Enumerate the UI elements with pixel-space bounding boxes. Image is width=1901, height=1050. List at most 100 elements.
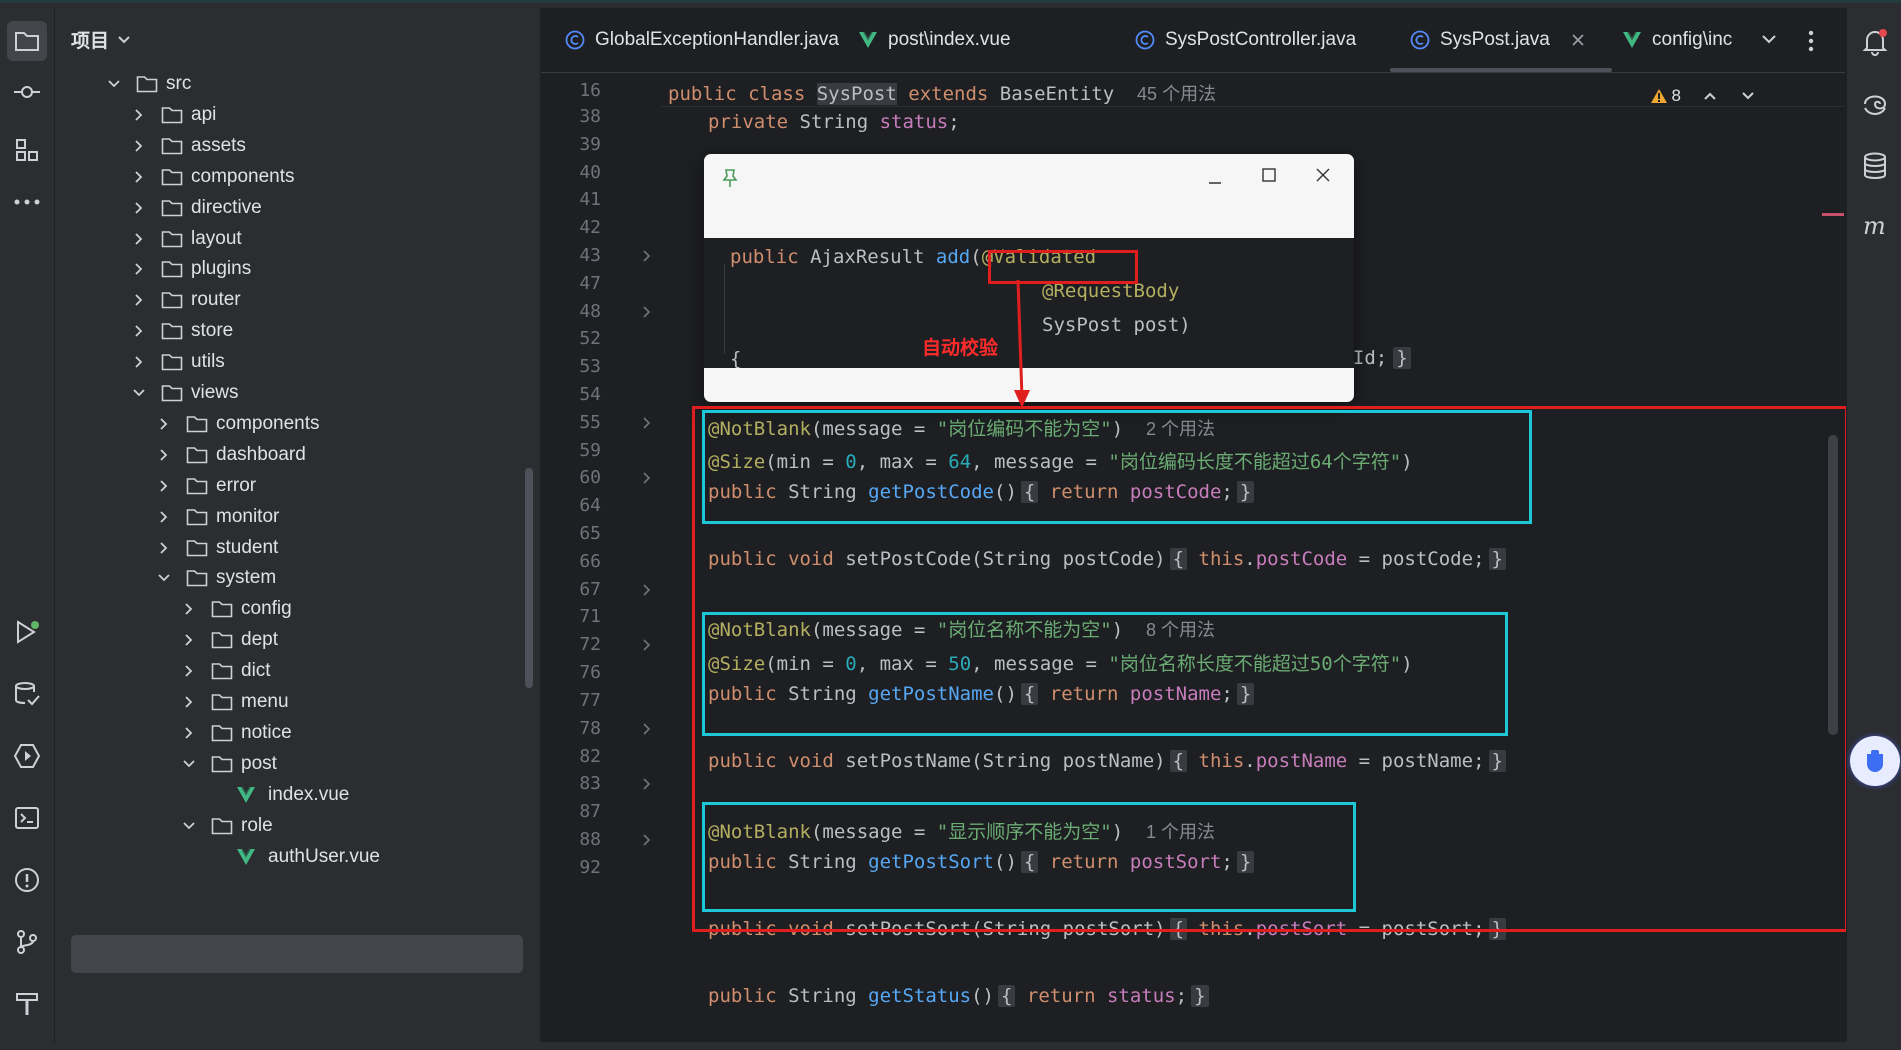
chevron-down-icon[interactable] xyxy=(106,76,122,92)
warning-icon xyxy=(1650,89,1667,103)
tab-config-index[interactable]: config\inc xyxy=(1622,8,1742,72)
problems-icon[interactable] xyxy=(7,860,47,900)
svg-text:m: m xyxy=(1863,214,1886,238)
pin-icon[interactable] xyxy=(722,168,738,193)
line-number: 72 xyxy=(579,634,601,656)
fold-chevron-icon[interactable] xyxy=(641,722,655,736)
post-code-constraints-box xyxy=(702,410,1532,524)
tab-label: SysPost.java xyxy=(1440,29,1550,50)
line-number: 42 xyxy=(579,217,601,239)
folder-icon xyxy=(211,817,233,835)
tab-label: GlobalExceptionHandler.java xyxy=(595,29,839,50)
folder-icon xyxy=(211,631,233,649)
folder-icon xyxy=(211,755,233,773)
tab-syspost-java[interactable]: SysPost.java xyxy=(1390,8,1612,72)
fold-chevron-icon[interactable] xyxy=(641,471,655,485)
chevron-right-icon[interactable] xyxy=(131,107,147,123)
chevron-right-icon[interactable] xyxy=(181,663,197,679)
line-number: 60 xyxy=(579,467,601,489)
tab-syspostcontroller[interactable]: SysPostController.java xyxy=(1135,8,1356,72)
close-tab-icon[interactable] xyxy=(1572,34,1584,46)
chevron-right-icon[interactable] xyxy=(156,509,172,525)
chevron-right-icon[interactable] xyxy=(131,323,147,339)
close-icon[interactable] xyxy=(1316,168,1330,187)
inspection-widget[interactable]: 8 xyxy=(1650,86,1755,106)
folder-icon xyxy=(161,199,183,217)
line-number: 88 xyxy=(579,828,601,850)
chevron-right-icon[interactable] xyxy=(156,416,172,432)
chevron-down-icon[interactable] xyxy=(181,818,197,834)
structure-icon[interactable] xyxy=(7,130,47,170)
post-sort-constraints-box xyxy=(702,802,1356,912)
line-number: 43 xyxy=(579,245,601,267)
chevron-right-icon[interactable] xyxy=(131,354,147,370)
run-icon[interactable] xyxy=(7,612,47,652)
java-class-icon xyxy=(565,30,585,50)
chevron-down-icon[interactable] xyxy=(181,756,197,772)
services-icon[interactable] xyxy=(7,736,47,776)
sticky-line-number: 16 xyxy=(579,80,601,101)
tab-globalexceptionhandler[interactable]: GlobalExceptionHandler.java xyxy=(565,8,839,72)
tab-more-icon[interactable] xyxy=(1808,30,1814,57)
line-number: 52 xyxy=(579,328,601,350)
chevron-right-icon[interactable] xyxy=(131,292,147,308)
chevron-right-icon[interactable] xyxy=(131,200,147,216)
fold-chevron-icon[interactable] xyxy=(641,777,655,791)
notifications-bell-icon[interactable] xyxy=(1855,22,1895,62)
folder-icon xyxy=(186,508,208,526)
code-line-38: private String status; xyxy=(708,111,960,133)
code-line-88: public String getStatus(){ return status… xyxy=(708,985,1209,1007)
chevron-down-icon[interactable] xyxy=(156,570,172,586)
project-panel-header[interactable]: 项目 xyxy=(71,26,131,53)
chevron-right-icon[interactable] xyxy=(156,447,172,463)
chevron-down-icon[interactable] xyxy=(1741,91,1755,101)
commit-icon[interactable] xyxy=(7,72,47,112)
project-scrollbar[interactable] xyxy=(525,468,533,688)
chevron-right-icon[interactable] xyxy=(131,138,147,154)
maximize-icon[interactable] xyxy=(1262,168,1276,187)
chevron-up-icon[interactable] xyxy=(1703,91,1717,101)
database-check-icon[interactable] xyxy=(7,674,47,714)
line-number: 65 xyxy=(579,523,601,545)
chevron-right-icon[interactable] xyxy=(181,632,197,648)
chevron-right-icon[interactable] xyxy=(181,694,197,710)
line-number: 67 xyxy=(579,578,601,600)
chevron-right-icon[interactable] xyxy=(131,169,147,185)
format-paint-icon[interactable] xyxy=(7,984,47,1024)
tab-list-chevron-icon[interactable] xyxy=(1761,32,1777,50)
folder-icon xyxy=(161,106,183,124)
fold-chevron-icon[interactable] xyxy=(641,305,655,319)
more-tools-icon[interactable] xyxy=(7,182,47,222)
tab-label: SysPostController.java xyxy=(1165,29,1357,50)
project-folder-icon[interactable] xyxy=(7,21,47,61)
git-icon[interactable] xyxy=(7,922,47,962)
terminal-icon[interactable] xyxy=(7,798,47,838)
tab-post-index-vue[interactable]: post\index.vue xyxy=(858,8,1011,72)
fold-chevron-icon[interactable] xyxy=(641,416,655,430)
indent-guide xyxy=(724,264,725,354)
fold-chevron-icon[interactable] xyxy=(641,833,655,847)
floating-assistant-button[interactable] xyxy=(1850,736,1900,786)
database-icon[interactable] xyxy=(1855,146,1895,186)
chevron-right-icon[interactable] xyxy=(181,601,197,617)
warning-count: 8 xyxy=(1671,86,1681,105)
chevron-right-icon[interactable] xyxy=(156,478,172,494)
fold-chevron-icon[interactable] xyxy=(641,583,655,597)
fold-chevron-icon[interactable] xyxy=(641,249,655,263)
tree-file-item[interactable]: authUser.vue xyxy=(206,839,380,875)
folder-icon xyxy=(161,322,183,340)
minimize-icon[interactable] xyxy=(1208,172,1222,190)
maven-icon[interactable]: m xyxy=(1855,206,1895,246)
chevron-right-icon[interactable] xyxy=(156,540,172,556)
line-number: 83 xyxy=(579,773,601,795)
chevron-right-icon[interactable] xyxy=(131,231,147,247)
chevron-right-icon[interactable] xyxy=(131,261,147,277)
fold-chevron-icon[interactable] xyxy=(641,638,655,652)
chevron-down-icon[interactable] xyxy=(131,385,147,401)
line-number: 77 xyxy=(579,689,601,711)
ai-assistant-icon[interactable] xyxy=(1855,84,1895,124)
chevron-right-icon[interactable] xyxy=(181,725,197,741)
shield-icon xyxy=(1867,750,1883,772)
folder-icon xyxy=(211,662,233,680)
line-number: 76 xyxy=(579,662,601,684)
